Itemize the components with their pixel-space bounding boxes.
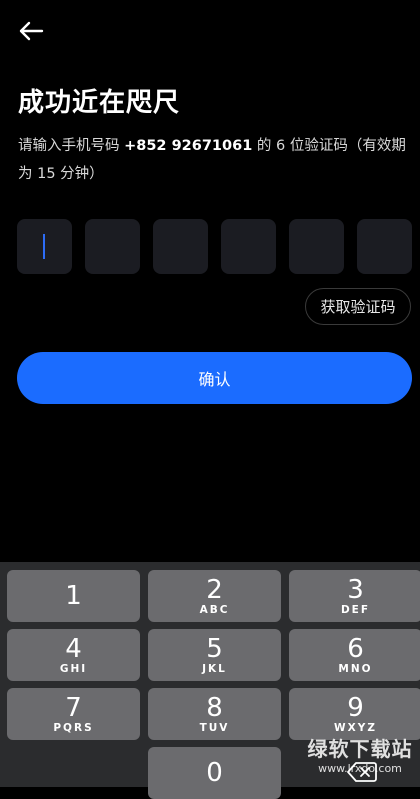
code-digit-box[interactable]: [85, 219, 140, 274]
key-0[interactable]: 0: [148, 747, 281, 799]
arrow-left-icon: [19, 21, 44, 41]
code-digit-box[interactable]: [153, 219, 208, 274]
key-8[interactable]: 8 TUV: [148, 688, 281, 740]
key-1[interactable]: 1: [7, 570, 140, 622]
page-title: 成功近在咫尺: [18, 88, 181, 118]
key-4[interactable]: 4 GHI: [7, 629, 140, 681]
instruction-prefix: 请输入手机号码: [18, 138, 125, 154]
watermark: 绿软下载站 www.lrxdo.com: [307, 737, 413, 775]
key-5[interactable]: 5 JKL: [148, 629, 281, 681]
confirm-button[interactable]: 确认: [17, 352, 412, 404]
key-7[interactable]: 7 PQRS: [7, 688, 140, 740]
code-digit-box[interactable]: [17, 219, 72, 274]
key-3[interactable]: 3 DEF: [289, 570, 420, 622]
phone-number: +852 92671061: [124, 138, 253, 154]
instruction-text: 请输入手机号码 +852 92671061 的 6 位验证码（有效期为 15 分…: [18, 132, 410, 188]
key-6[interactable]: 6 MNO: [289, 629, 420, 681]
back-button[interactable]: [14, 14, 48, 48]
code-digit-box[interactable]: [357, 219, 412, 274]
text-cursor: [43, 234, 45, 259]
key-2[interactable]: 2 ABC: [148, 570, 281, 622]
code-digit-box[interactable]: [289, 219, 344, 274]
code-digit-box[interactable]: [221, 219, 276, 274]
get-code-button[interactable]: 获取验证码: [305, 288, 411, 325]
verification-code-input[interactable]: [17, 219, 412, 274]
